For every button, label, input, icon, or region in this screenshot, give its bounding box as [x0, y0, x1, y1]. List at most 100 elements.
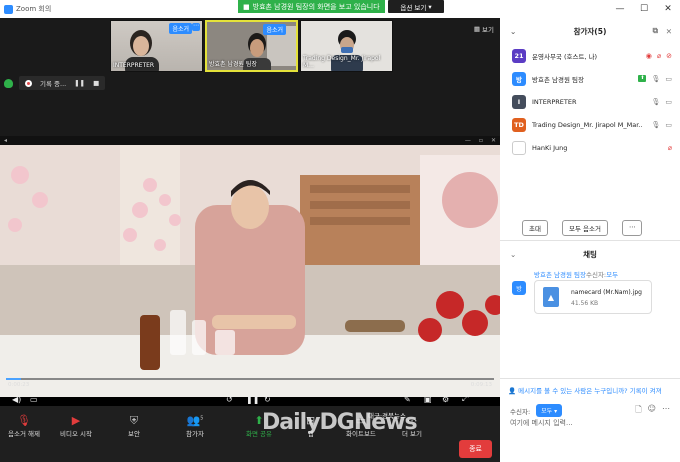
- video-tile-interpreter[interactable]: 음소거 ⋯ INTERPRETER: [110, 20, 203, 72]
- mic-off-icon: 🎙: [17, 414, 31, 427]
- participant-row[interactable]: HanKi Jung ⌀: [500, 136, 680, 159]
- start-video-label: 비디오 시작: [60, 430, 92, 438]
- video-restore-icon[interactable]: ▫: [479, 137, 483, 144]
- collapse-chevron-icon[interactable]: ⌄: [510, 250, 516, 259]
- maximize-button[interactable]: ☐: [632, 0, 656, 18]
- chat-visibility-note[interactable]: 👤 메시지를 볼 수 있는 사람은 누구입니까? 기록이 켜져: [508, 385, 678, 395]
- fullscreen-icon[interactable]: ⤢: [462, 394, 468, 404]
- avatar: I: [512, 94, 526, 109]
- rewind-icon[interactable]: ↺: [226, 395, 233, 404]
- end-meeting-button[interactable]: 종료: [459, 440, 492, 458]
- caption-icon[interactable]: ▭: [30, 395, 38, 404]
- participant-row[interactable]: 21 운영사무국 (호스트, 나) ◉ ⌀ ⊘: [500, 44, 680, 67]
- stop-recording-button[interactable]: ■: [93, 79, 99, 87]
- image-file-icon: ▲: [543, 287, 559, 307]
- popout-icon[interactable]: ⧉: [653, 26, 658, 36]
- tile-more-button[interactable]: ⋯: [192, 23, 200, 31]
- participant-name: Trading Design_Mr. Jirapol M_Mar...: [532, 120, 642, 129]
- recipient-selector: 수신자: 모두 ▾: [510, 404, 563, 417]
- mute-all-button[interactable]: 모두 음소거: [561, 220, 608, 236]
- emoji-icon[interactable]: ☺: [648, 404, 656, 418]
- tile-name: INTERPRETER: [113, 62, 155, 69]
- pip-icon[interactable]: ▣: [424, 395, 432, 404]
- start-video-button[interactable]: ▶ 비디오 시작: [60, 414, 92, 438]
- participant-status-icons: ◉ ⌀ ⊘: [646, 52, 672, 60]
- video-close-icon[interactable]: ✕: [491, 137, 496, 144]
- mic-icon: 🎙: [651, 97, 661, 106]
- muted-tag: 음소거: [169, 23, 192, 34]
- close-button[interactable]: ✕: [656, 0, 680, 18]
- participant-status-icons: ⌀: [668, 144, 672, 152]
- video-window-controls: — ▫ ✕: [465, 137, 496, 144]
- file-icon[interactable]: 🗋: [635, 404, 641, 418]
- participant-count: 5: [200, 415, 204, 422]
- encryption-shield-icon: [4, 78, 13, 88]
- chat-sender-line: 방효촌 남경원 팀장수신자:모두: [534, 269, 618, 279]
- participants-button[interactable]: 👥5 참가자: [186, 414, 204, 438]
- security-label: 보안: [128, 430, 140, 438]
- view-options-button[interactable]: 옵션 보기 ▾: [388, 0, 444, 13]
- elapsed-time: 0:00:23: [8, 382, 30, 388]
- visibility-text: 메시지를 볼 수 있는 사람은 누구입니까? 기록이 켜져: [518, 387, 662, 395]
- participant-row[interactable]: I INTERPRETER 🎙 ▭: [500, 90, 680, 113]
- participant-status-icons: 🎙 ▭: [651, 121, 672, 129]
- chat-to-label: 수신자:: [585, 271, 607, 279]
- sharing-screen-icon: ⬆: [638, 74, 647, 82]
- video-window-titlebar: ◂ — ▫ ✕: [0, 136, 500, 145]
- window-controls: — ☐ ✕: [608, 0, 680, 18]
- video-minimize-icon[interactable]: —: [465, 137, 471, 144]
- share-indicator-icon: ■: [243, 2, 250, 11]
- avatar: 방: [512, 71, 526, 86]
- watermark-logo: DailyDGNews 대구·경북뉴스: [262, 410, 418, 435]
- unmute-label: 음소거 해제: [8, 430, 40, 438]
- participant-row[interactable]: 방 방효촌 남경원 팀장 ⬆ 🎙 ▭: [500, 67, 680, 90]
- chat-tools: 🗋 ☺ ⋯: [635, 404, 670, 418]
- back-arrow-icon[interactable]: ◂: [4, 137, 7, 144]
- recording-pill: 기록 중... ❚❚ ■: [19, 76, 106, 90]
- recipient-dropdown[interactable]: 모두 ▾: [536, 404, 563, 417]
- panel-close-icon[interactable]: ✕: [666, 27, 672, 36]
- file-name: namecard (Mr.Nam).jpg: [571, 289, 642, 296]
- participant-status-icons: ⬆ 🎙 ▭: [638, 74, 672, 83]
- chat-title: 채팅: [583, 249, 597, 259]
- video-tile-trading-design[interactable]: Trading Design_Mr. Jirapol M...: [300, 20, 393, 72]
- avatar: [512, 140, 526, 155]
- settings-icon[interactable]: ⚙: [442, 395, 449, 404]
- chevron-down-icon: ▾: [428, 2, 432, 11]
- more-options-button[interactable]: ⋯: [621, 220, 643, 236]
- unmute-button[interactable]: 🎙 음소거 해제: [8, 414, 40, 438]
- video-icon: ▭: [665, 120, 672, 129]
- collapse-chevron-icon[interactable]: ⌄: [510, 27, 516, 36]
- avatar: TD: [512, 117, 526, 132]
- more-icon[interactable]: ⋯: [662, 404, 670, 418]
- pause-icon[interactable]: ❚❚: [246, 395, 259, 404]
- annotate-pen-icon[interactable]: ✎: [404, 395, 411, 404]
- chat-header: ⌄ 채팅: [500, 246, 680, 262]
- file-size: 41.56 KB: [571, 300, 599, 307]
- invite-button[interactable]: 초대: [522, 220, 548, 236]
- file-attachment[interactable]: ▲ namecard (Mr.Nam).jpg 41.56 KB: [534, 280, 652, 314]
- participant-name: HanKi Jung: [532, 143, 568, 152]
- chat-message-input[interactable]: 여기에 메시지 입력...: [510, 418, 573, 428]
- video-progress-bar[interactable]: [6, 378, 494, 380]
- volume-icon[interactable]: ◀): [12, 395, 21, 404]
- recording-dot-icon: [25, 79, 32, 87]
- pause-recording-button[interactable]: ❚❚: [74, 79, 85, 87]
- chat-sender: 방효촌 남경원 팀장: [534, 271, 586, 279]
- gallery-view-label: 보기: [482, 26, 494, 34]
- participant-row[interactable]: TD Trading Design_Mr. Jirapol M_Mar... 🎙…: [500, 113, 680, 136]
- forward-icon[interactable]: ↻: [264, 395, 271, 404]
- avatar: 21: [512, 48, 526, 63]
- video-icon: ▭: [665, 97, 672, 106]
- video-tile-speaker[interactable]: 음소거 방효촌 남경원 팀장: [205, 20, 298, 72]
- cooking-video-scene: [0, 145, 500, 397]
- app-title: Zoom 회의: [0, 4, 51, 14]
- minimize-button[interactable]: —: [608, 0, 632, 18]
- panel-divider: [500, 240, 680, 241]
- gallery-view-button[interactable]: ▦ 보기: [474, 24, 494, 34]
- participant-status-icons: 🎙 ▭: [651, 98, 672, 106]
- security-button[interactable]: ⛨ 보안: [128, 414, 140, 438]
- meeting-toolbar: 🎙 음소거 해제 ▶ 비디오 시작 ⛨ 보안 👥5 참가자 ⬆ 화면 공유 ⊞ …: [0, 406, 500, 462]
- share-banner: ■ 방효촌 남경원 팀장의 화면을 보고 있습니다: [238, 0, 385, 13]
- recipient-value: 모두: [541, 408, 553, 415]
